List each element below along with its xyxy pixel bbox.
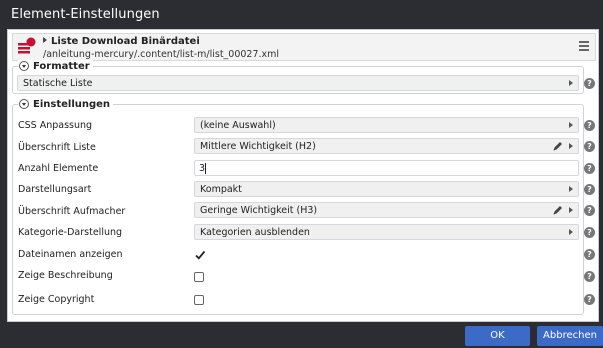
- field-label-show-filename: Dateinamen anzeigen: [18, 249, 123, 260]
- dialog-title: Element-Einstellungen: [11, 7, 160, 22]
- settings-legend[interactable]: Einstellungen: [18, 98, 114, 110]
- dialog-content: Liste Download Binärdatei /anleitung-mer…: [7, 29, 599, 322]
- formatter-select[interactable]: Statische Liste: [17, 75, 579, 91]
- collapse-toggle-icon[interactable]: [19, 61, 29, 71]
- show-description-checkbox[interactable]: [194, 272, 204, 282]
- checkmark-icon: [195, 250, 206, 260]
- category-select[interactable]: Kategorien ausblenden: [194, 224, 579, 240]
- field-label-teaser-heading: Überschrift Aufmacher: [18, 206, 126, 217]
- help-icon[interactable]: ?: [584, 294, 595, 305]
- list-heading-select-value: Mittlere Wichtigkeit (H2): [200, 141, 316, 152]
- field-label-display-mode: Darstellungsart: [18, 184, 92, 195]
- chevron-right-icon: [569, 143, 573, 149]
- resource-header: Liste Download Binärdatei /anleitung-mer…: [12, 33, 596, 61]
- chevron-right-icon: [569, 122, 573, 128]
- help-icon[interactable]: ?: [584, 271, 595, 282]
- expand-arrow-icon: [43, 37, 47, 43]
- settings-legend-label: Einstellungen: [33, 98, 111, 110]
- teaser-heading-select[interactable]: Geringe Wichtigkeit (H3): [194, 202, 579, 218]
- field-label-css: CSS Anpassung: [18, 120, 93, 131]
- css-select[interactable]: (keine Auswahl): [194, 117, 579, 133]
- css-select-value: (keine Auswahl): [200, 120, 276, 131]
- collapse-toggle-icon[interactable]: [19, 99, 29, 109]
- display-mode-select-value: Kompakt: [200, 184, 242, 195]
- help-icon[interactable]: ?: [584, 163, 595, 174]
- list-resource-icon: [18, 37, 36, 54]
- display-mode-select[interactable]: Kompakt: [194, 181, 579, 197]
- dialog-titlebar[interactable]: Element-Einstellungen: [0, 0, 603, 30]
- list-heading-select[interactable]: Mittlere Wichtigkeit (H2): [194, 138, 579, 154]
- dialog: Element-Einstellungen Liste Download Bin…: [0, 0, 603, 348]
- chevron-right-icon: [569, 186, 573, 192]
- ok-button[interactable]: OK: [465, 326, 530, 346]
- help-icon[interactable]: ?: [584, 141, 595, 152]
- text-caret: [205, 163, 206, 174]
- help-icon[interactable]: ?: [584, 78, 595, 89]
- chevron-right-icon: [569, 80, 573, 86]
- field-label-category: Kategorie-Darstellung: [18, 227, 123, 238]
- count-input[interactable]: 3: [194, 160, 579, 176]
- help-icon[interactable]: ?: [584, 227, 595, 238]
- resource-path: /anleitung-mercury/.content/list-m/list_…: [43, 49, 280, 60]
- category-select-value: Kategorien ausblenden: [200, 227, 310, 238]
- formatter-legend[interactable]: Formatter: [18, 60, 93, 72]
- field-label-list-heading: Überschrift Liste: [18, 142, 96, 153]
- pencil-icon[interactable]: [552, 204, 564, 216]
- resource-title-text: Liste Download Binärdatei: [51, 36, 200, 47]
- field-label-show-copyright: Zeige Copyright: [18, 294, 95, 305]
- formatter-select-value: Statische Liste: [23, 78, 93, 89]
- help-icon[interactable]: ?: [584, 184, 595, 195]
- formatter-legend-label: Formatter: [33, 60, 90, 72]
- hamburger-menu-icon[interactable]: [579, 41, 589, 53]
- help-icon[interactable]: ?: [584, 120, 595, 131]
- resource-title[interactable]: Liste Download Binärdatei: [43, 36, 200, 47]
- field-label-show-description: Zeige Beschreibung: [18, 270, 113, 281]
- show-copyright-checkbox[interactable]: [194, 295, 204, 305]
- cancel-button[interactable]: Abbrechen: [537, 326, 603, 346]
- help-icon[interactable]: ?: [584, 205, 595, 216]
- formatter-fieldset: Formatter Statische Liste: [12, 60, 584, 94]
- teaser-heading-select-value: Geringe Wichtigkeit (H3): [200, 205, 318, 216]
- pencil-icon[interactable]: [552, 140, 564, 152]
- chevron-right-icon: [569, 207, 573, 213]
- show-filename-checkbox[interactable]: [194, 250, 206, 260]
- field-label-count: Anzahl Elemente: [18, 163, 99, 174]
- help-icon[interactable]: ?: [584, 249, 595, 260]
- chevron-right-icon: [569, 229, 573, 235]
